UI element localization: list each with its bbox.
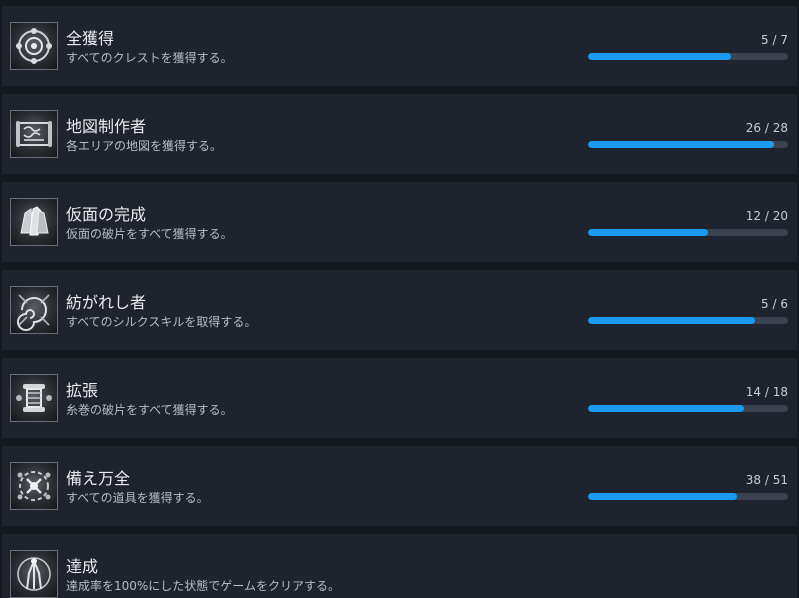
progress-fill bbox=[588, 317, 755, 324]
progress-fill bbox=[588, 493, 738, 500]
progress-bar bbox=[588, 493, 788, 500]
progress-fill bbox=[588, 141, 774, 148]
achievement-title: 拡張 bbox=[66, 381, 99, 400]
progress-fill bbox=[588, 53, 731, 60]
achievement-list: 全獲得 すべてのクレストを獲得する。 5 / 7 地図制作者 各エリアの地図を獲… bbox=[0, 0, 799, 598]
achievement-title: 紡がれし者 bbox=[66, 293, 147, 312]
achievement-description: 達成率を100%にした状態でゲームをクリアする。 bbox=[66, 579, 340, 593]
completion-figure-icon bbox=[10, 550, 58, 598]
progress-fill bbox=[588, 405, 744, 412]
progress-count: 26 / 28 bbox=[745, 121, 788, 135]
progress-count: 38 / 51 bbox=[745, 473, 788, 487]
progress-bar bbox=[588, 53, 788, 60]
achievement-row-complete: 達成 達成率を100%にした状態でゲームをクリアする。 bbox=[2, 534, 797, 598]
mask-shards-icon bbox=[10, 198, 58, 246]
achievement-row-mask: 仮面の完成 仮面の破片をすべて獲得する。 12 / 20 bbox=[2, 182, 797, 262]
achievement-description: すべてのクレストを獲得する。 bbox=[66, 51, 233, 65]
achievement-title: 達成 bbox=[66, 557, 99, 576]
achievement-title: 地図制作者 bbox=[66, 117, 147, 136]
achievement-description: すべてのシルクスキルを取得する。 bbox=[66, 315, 257, 329]
progress-count: 14 / 18 bbox=[745, 385, 788, 399]
progress-count: 5 / 6 bbox=[761, 297, 788, 311]
progress-bar bbox=[588, 141, 788, 148]
achievement-title: 仮面の完成 bbox=[66, 205, 147, 224]
crest-emblem-icon bbox=[10, 22, 58, 70]
progress-fill bbox=[588, 229, 708, 236]
progress-bar bbox=[588, 229, 788, 236]
map-scroll-icon bbox=[10, 110, 58, 158]
achievement-title: 全獲得 bbox=[66, 29, 115, 48]
achievement-row-crest: 全獲得 すべてのクレストを獲得する。 5 / 7 bbox=[2, 6, 797, 86]
achievement-row-map: 地図制作者 各エリアの地図を獲得する。 26 / 28 bbox=[2, 94, 797, 174]
progress-bar bbox=[588, 405, 788, 412]
achievement-row-tools: 備え万全 すべての道具を獲得する。 38 / 51 bbox=[2, 446, 797, 526]
progress-bar bbox=[588, 317, 788, 324]
progress-count: 12 / 20 bbox=[745, 209, 788, 223]
spool-ornament-icon bbox=[10, 374, 58, 422]
progress-count: 5 / 7 bbox=[761, 33, 788, 47]
achievement-description: すべての道具を獲得する。 bbox=[66, 491, 209, 505]
achievement-description: 各エリアの地図を獲得する。 bbox=[66, 139, 223, 153]
achievement-description: 仮面の破片をすべて獲得する。 bbox=[66, 227, 233, 241]
achievement-row-silk: 紡がれし者 すべてのシルクスキルを取得する。 5 / 6 bbox=[2, 270, 797, 350]
achievement-description: 糸巻の破片をすべて獲得する。 bbox=[66, 403, 233, 417]
achievement-row-spool: 拡張 糸巻の破片をすべて獲得する。 14 / 18 bbox=[2, 358, 797, 438]
silk-swirl-icon bbox=[10, 286, 58, 334]
tools-wreath-icon bbox=[10, 462, 58, 510]
achievement-title: 備え万全 bbox=[66, 469, 131, 488]
